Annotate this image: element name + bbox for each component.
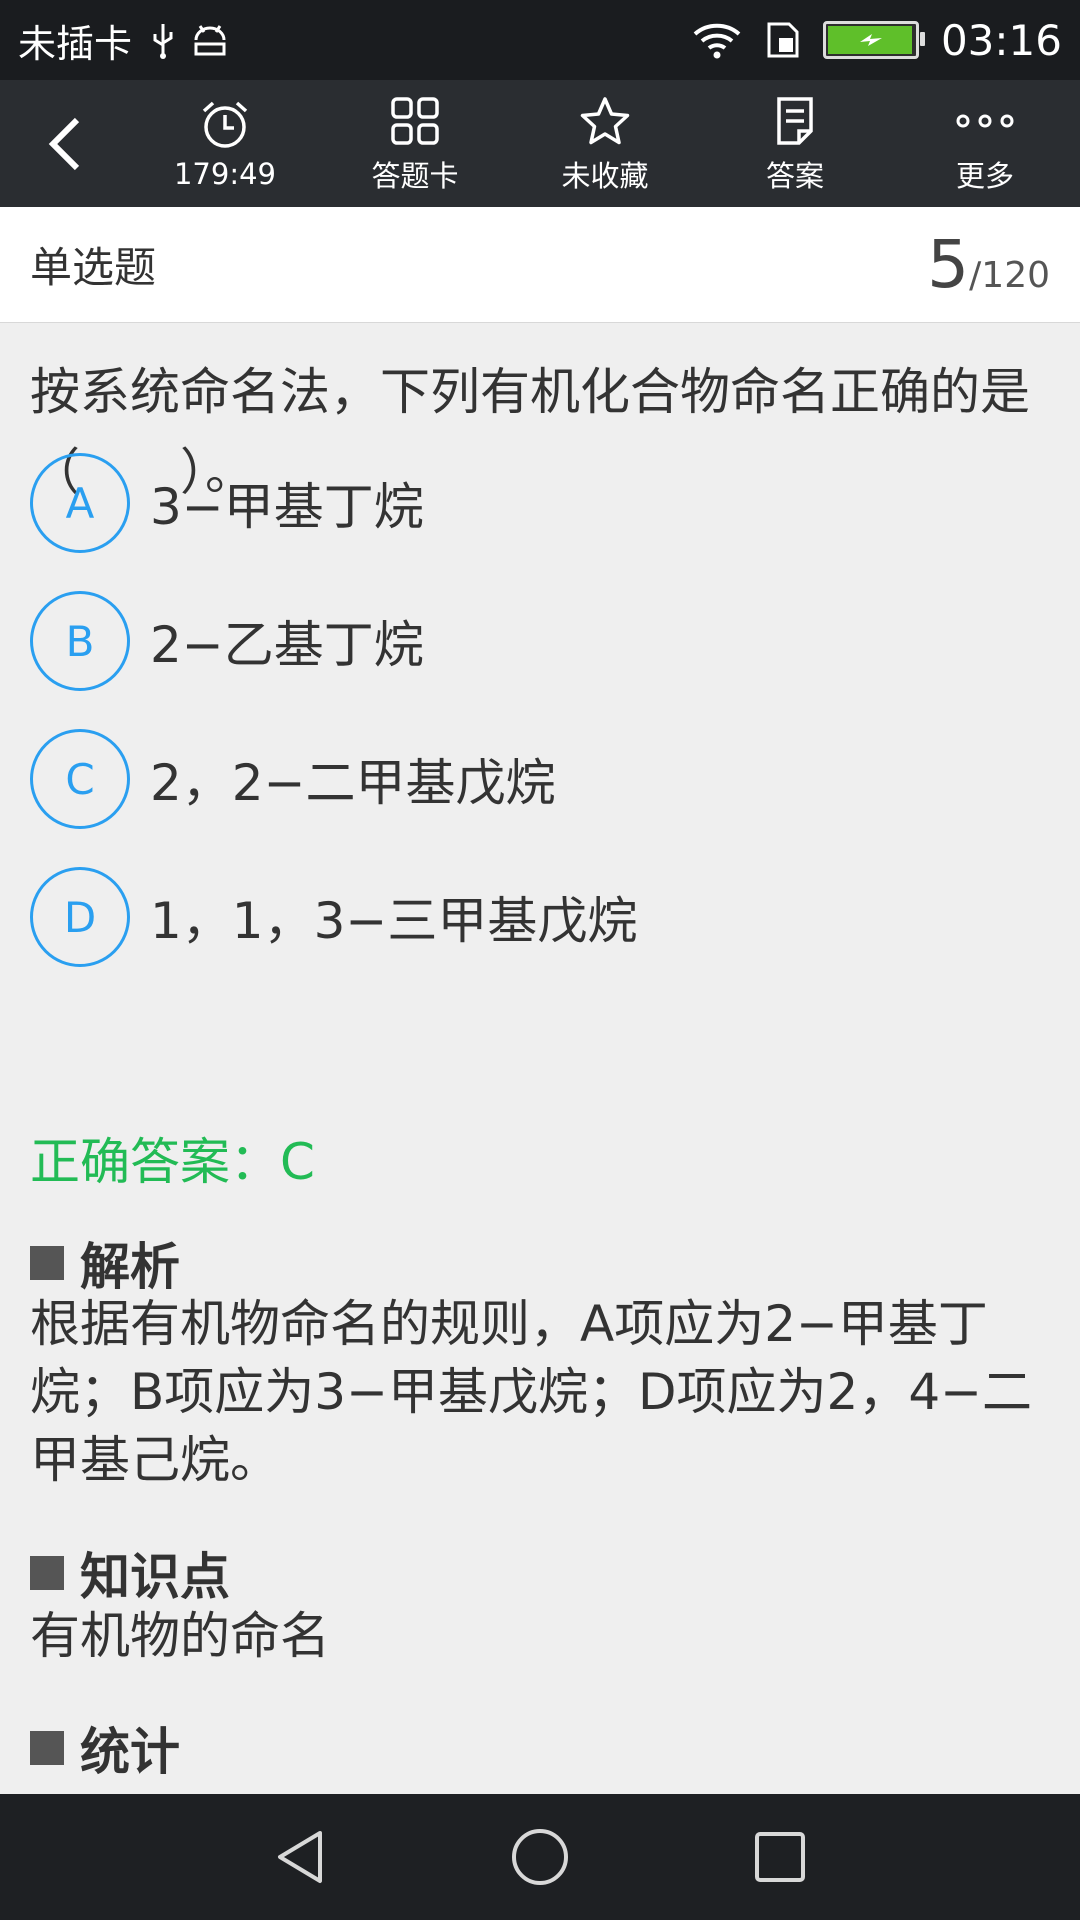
triangle-back-icon [278,1831,322,1883]
option-a[interactable]: A 3−甲基丁烷 [30,450,1050,556]
battery-charging-icon [822,21,925,59]
status-bar: 未插卡 03:16 [0,0,1080,80]
carrier-label: 未插卡 [18,21,133,66]
option-b[interactable]: B 2−乙基丁烷 [30,588,1050,694]
favorite-label: 未收藏 [561,158,649,193]
system-nav-bar [0,1794,1080,1920]
correct-answer: 正确答案：C [30,1133,315,1191]
timer-button[interactable]: 179:49 [130,80,320,207]
answer-card-button[interactable]: 答题卡 [320,80,510,207]
alarm-clock-icon [202,101,248,148]
back-button[interactable] [0,80,130,207]
question-content[interactable]: 按系统命名法，下列有机化合物命名正确的是（ ）。 A 3−甲基丁烷 B 2−乙基… [0,322,1080,1794]
sim-icon [765,20,801,60]
android-debug-icon [190,22,230,58]
total-question-count: /120 [969,255,1050,296]
more-dots-icon [956,114,1014,127]
analysis-body: 根据有机物命名的规则，A项应为2−甲基丁烷；B项应为3−甲基戊烷；D项应为2，4… [30,1295,1033,1489]
answer-label: 答案 [765,158,824,193]
option-text: 2−乙基丁烷 [150,616,424,674]
option-text: 2，2−二甲基戊烷 [150,754,556,812]
answer-card-label: 答题卡 [371,158,459,193]
analysis-title: 解析 [30,1227,180,1299]
timer-label: 179:49 [173,156,277,191]
current-question-number: 5 [927,226,970,303]
knowledge-title-text: 知识点 [80,1548,230,1606]
question-progress: 5 /120 [927,226,1080,303]
circle-home-icon [512,1829,568,1885]
top-toolbar: 179:49 答题卡 未收藏 答案 更多 [0,80,1080,207]
option-letter: C [30,729,130,829]
analysis-title-text: 解析 [80,1238,180,1296]
back-arrow-icon [48,117,80,170]
option-d[interactable]: D 1，1，3−三甲基戊烷 [30,864,1050,970]
knowledge-title: 知识点 [30,1537,230,1609]
option-text: 1，1，3−三甲基戊烷 [150,892,638,950]
more-button[interactable]: 更多 [890,80,1080,207]
option-letter: A [30,453,130,553]
wifi-icon [691,20,743,60]
stats-title-text: 统计 [80,1723,180,1781]
more-label: 更多 [955,158,1014,193]
clock-time: 03:16 [940,15,1062,65]
nav-recents-button[interactable] [660,1794,900,1920]
question-header: 单选题 5 /120 [0,207,1080,323]
nav-home-button[interactable] [420,1794,660,1920]
document-icon [777,96,813,145]
square-recents-icon [755,1832,805,1882]
option-text: 3−甲基丁烷 [150,478,424,536]
answer-button[interactable]: 答案 [700,80,890,207]
knowledge-body: 有机物的命名 [30,1607,330,1665]
stats-title: 统计 [30,1712,180,1784]
option-c[interactable]: C 2，2−二甲基戊烷 [30,726,1050,832]
square-bullet-icon [30,1731,64,1765]
favorite-button[interactable]: 未收藏 [510,80,700,207]
square-bullet-icon [30,1246,64,1280]
nav-back-button[interactable] [180,1794,420,1920]
square-bullet-icon [30,1556,64,1590]
star-icon [580,96,630,144]
option-letter: B [30,591,130,691]
grid-icon [391,96,439,145]
option-letter: D [30,867,130,967]
usb-icon [150,20,176,60]
question-type: 单选题 [30,243,157,292]
